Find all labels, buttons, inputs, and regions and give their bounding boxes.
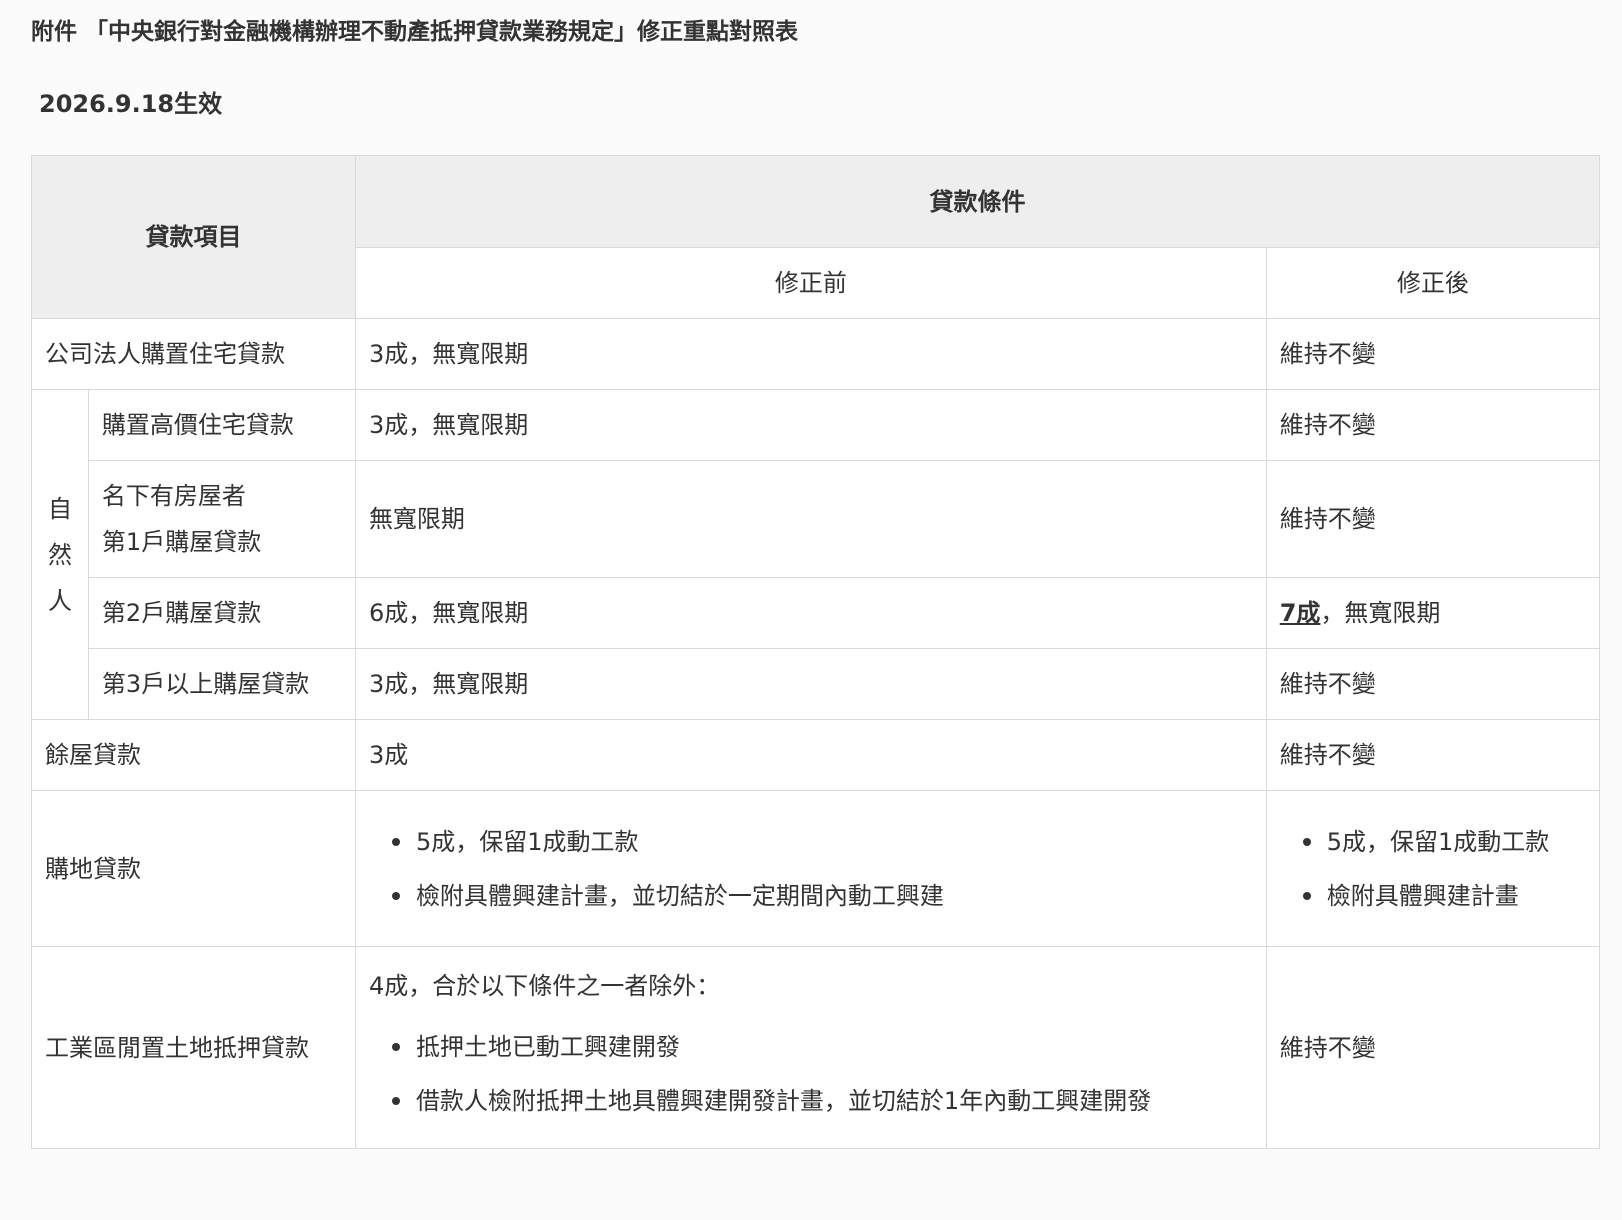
header-loan-conditions: 貸款條件: [354, 155, 1601, 248]
cell-after: 5成，保留1成動工款 檢附具體興建計畫: [1265, 790, 1601, 947]
cell-item: 名下有房屋者 第1戶購屋貸款: [87, 460, 356, 578]
document-title: 附件 「中央銀行對金融機構辦理不動產抵押貸款業務規定」修正重點對照表: [31, 19, 799, 45]
group-natural-person: 自 然 人: [31, 389, 89, 720]
group-char: 自: [47, 494, 72, 523]
cell-before: 4成，合於以下條件之一者除外： 抵押土地已動工興建開發 借款人檢附抵押土地具體興…: [354, 946, 1267, 1149]
cell-after: 維持不變: [1265, 318, 1601, 390]
header-after: 修正後: [1265, 247, 1601, 319]
cell-item: 購置高價住宅貸款: [87, 389, 356, 461]
table-row-surplus-house: 餘屋貸款 3成 維持不變: [31, 719, 1601, 791]
cell-item: 第3戶以上購屋貸款: [87, 648, 356, 720]
header-loan-item: 貸款項目: [31, 155, 356, 319]
header-before: 修正前: [354, 247, 1267, 319]
table-row-first-home: 名下有房屋者 第1戶購屋貸款 無寬限期 維持不變: [32, 460, 1601, 578]
bullet-list: 5成，保留1成動工款 檢附具體興建計畫: [1280, 815, 1586, 923]
cell-before: 3成: [354, 719, 1267, 791]
cell-item-line: 名下有房屋者: [101, 482, 246, 510]
cell-before: 3成，無寬限期: [354, 389, 1267, 461]
header-row-top: 貸款項目 貸款條件: [31, 155, 1601, 319]
group-char: 人: [47, 586, 72, 615]
cell-before: 5成，保留1成動工款 檢附具體興建計畫，並切結於一定期間內動工興建: [354, 790, 1267, 947]
cell-before: 3成，無寬限期: [354, 318, 1267, 390]
effective-date: 2026.9.18生效: [39, 90, 223, 118]
after-rest: ，無寬限期: [1320, 599, 1441, 627]
condition-intro: 4成，合於以下條件之一者除外：: [368, 971, 721, 1000]
bullet-list: 5成，保留1成動工款 檢附具體興建計畫，並切結於一定期間內動工興建: [369, 815, 1253, 923]
cell-item: 第2戶購屋貸款: [87, 577, 356, 649]
table-row-land-purchase: 購地貸款 5成，保留1成動工款 檢附具體興建計畫，並切結於一定期間內動工興建 5…: [31, 790, 1601, 947]
list-item: 檢附具體興建計畫，並切結於一定期間內動工興建: [391, 869, 1253, 923]
group-char: 然: [47, 540, 72, 569]
cell-after: 維持不變: [1265, 946, 1601, 1149]
cell-item: 工業區閒置土地抵押貸款: [31, 946, 356, 1149]
list-item: 抵押土地已動工興建開發: [391, 1020, 1253, 1074]
comparison-table: 貸款項目 貸款條件 修正前 修正後 公司法人購置住宅貸款 3成，無寬限期 維持不…: [31, 155, 1601, 1149]
table-row-second-home: 第2戶購屋貸款 6成，無寬限期 7成，無寬限期: [32, 577, 1601, 649]
page: 附件 「中央銀行對金融機構辦理不動產抵押貸款業務規定」修正重點對照表 2026.…: [0, 0, 1622, 1220]
table-row-corporate: 公司法人購置住宅貸款 3成，無寬限期 維持不變: [31, 318, 1601, 390]
list-item: 借款人檢附抵押土地具體興建開發計畫，並切結於1年內動工興建開發: [391, 1074, 1253, 1128]
cell-item: 餘屋貸款: [31, 719, 356, 791]
cell-after: 維持不變: [1265, 648, 1601, 720]
table-row-industrial-land: 工業區閒置土地抵押貸款 4成，合於以下條件之一者除外： 抵押土地已動工興建開發 …: [31, 946, 1601, 1149]
list-item: 檢附具體興建計畫: [1302, 869, 1586, 923]
cell-item: 購地貸款: [31, 790, 356, 947]
list-item: 5成，保留1成動工款: [1302, 815, 1586, 869]
highlight-change: 7成: [1279, 599, 1321, 627]
bullet-list: 抵押土地已動工興建開發 借款人檢附抵押土地具體興建開發計畫，並切結於1年內動工興…: [369, 1020, 1253, 1128]
list-item: 5成，保留1成動工款: [391, 815, 1253, 869]
cell-after: 維持不變: [1265, 719, 1601, 791]
cell-after: 維持不變: [1265, 460, 1601, 578]
cell-item: 公司法人購置住宅貸款: [31, 318, 356, 390]
cell-before: 6成，無寬限期: [354, 577, 1267, 649]
table-row-third-home: 第3戶以上購屋貸款 3成，無寬限期 維持不變: [32, 648, 1601, 720]
table-row-high-price: 自 然 人 購置高價住宅貸款 3成，無寬限期 維持不變: [31, 389, 1601, 720]
cell-before: 無寬限期: [354, 460, 1267, 578]
cell-item-line: 第1戶購屋貸款: [101, 528, 262, 556]
cell-before: 3成，無寬限期: [354, 648, 1267, 720]
cell-after: 維持不變: [1265, 389, 1601, 461]
cell-after: 7成，無寬限期: [1265, 577, 1601, 649]
